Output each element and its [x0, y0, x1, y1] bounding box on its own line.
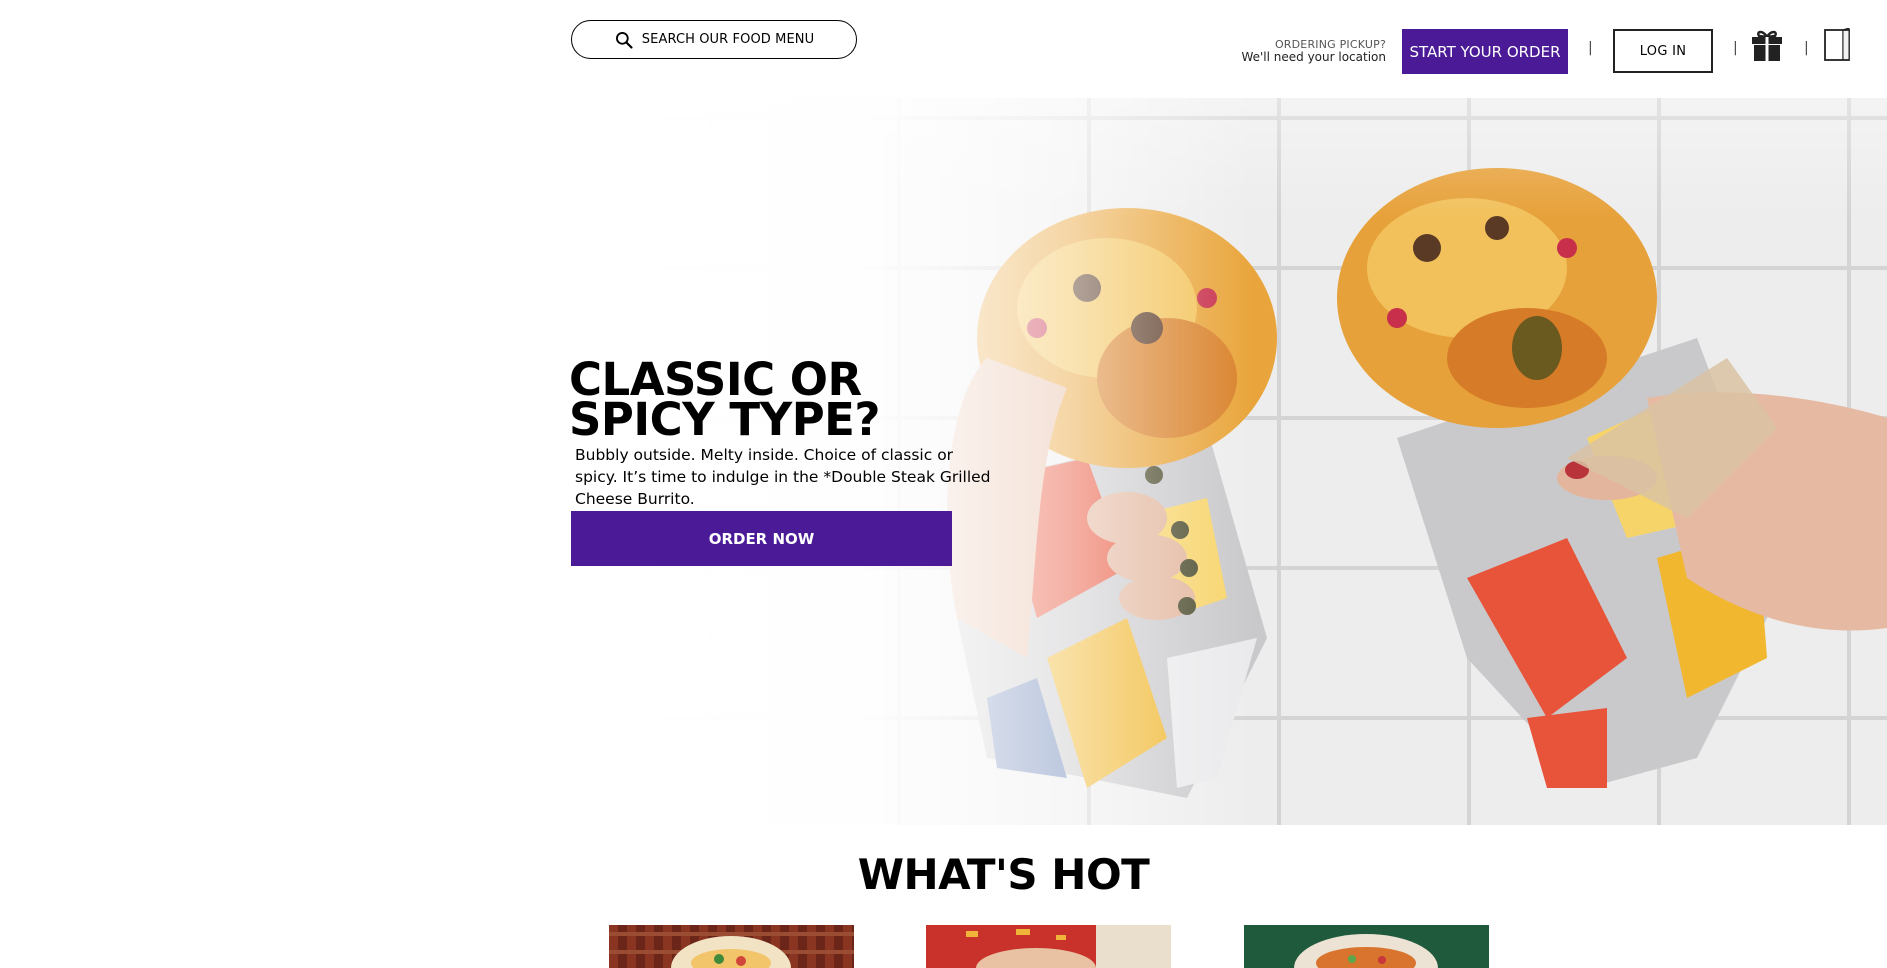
divider: |	[1588, 40, 1593, 56]
divider: |	[1733, 40, 1738, 56]
whats-hot-heading: WHAT'S HOT	[857, 850, 1150, 899]
gift-icon[interactable]	[1751, 28, 1783, 61]
order-now-button[interactable]: ORDER NOW	[571, 511, 952, 566]
whats-hot-card-image	[609, 925, 854, 968]
whats-hot-card[interactable]	[926, 925, 1171, 968]
ordering-mode-label: ORDERING PICKUP?	[1274, 38, 1386, 51]
hero-top-glow	[567, 98, 1887, 218]
whats-hot-card-image	[926, 925, 1171, 968]
divider: |	[1804, 40, 1809, 56]
hero-title: CLASSIC OR SPICY TYPE?	[569, 353, 881, 446]
whats-hot-card-image	[1244, 925, 1489, 968]
location-prompt: We'll need your location	[1241, 49, 1386, 64]
pickup-location-info[interactable]: ORDERING PICKUP? We'll need your locatio…	[1230, 39, 1386, 63]
login-button[interactable]: LOG IN	[1613, 29, 1713, 73]
search-icon	[615, 31, 633, 49]
whats-hot-card[interactable]	[609, 925, 854, 968]
whats-hot-card[interactable]	[1244, 925, 1489, 968]
search-placeholder: SEARCH OUR FOOD MENU	[641, 32, 815, 47]
bag-icon[interactable]	[1823, 28, 1851, 62]
start-order-button[interactable]: START YOUR ORDER	[1402, 29, 1568, 74]
search-input[interactable]: SEARCH OUR FOOD MENU	[571, 20, 857, 59]
hero-description: Bubbly outside. Melty inside. Choice of …	[575, 446, 991, 508]
